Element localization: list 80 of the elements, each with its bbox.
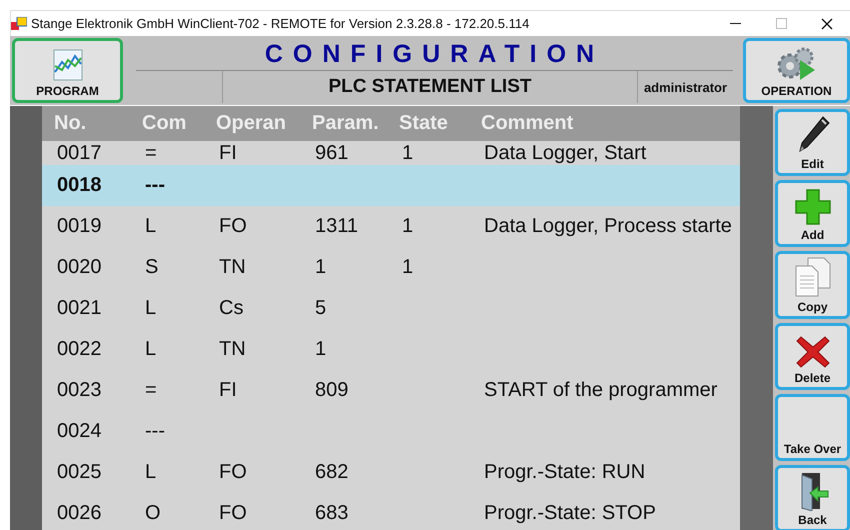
side-button[interactable]: Add <box>775 180 850 247</box>
plus-icon <box>794 188 832 226</box>
table-cell-text: 0024 <box>57 420 102 443</box>
table-cell-text: FI <box>219 379 238 402</box>
table-cell-text: L <box>145 215 158 238</box>
table-cell-text: = <box>145 142 158 164</box>
table-cell-text: FO <box>219 461 248 484</box>
table-row[interactable]: 0023 = FI 809 START of the programmer <box>42 370 740 411</box>
table-cell-text: 682 <box>315 461 350 484</box>
table-row[interactable]: 0021 L Cs 5 <box>42 288 740 329</box>
screen-title: CONFIGURATION <box>136 38 733 71</box>
table-cell-text: Data Logger, Start <box>484 142 648 164</box>
column-header: Comment <box>481 112 574 135</box>
table-cell-text: 961 <box>315 142 350 164</box>
table-cell-text: TN <box>219 256 247 279</box>
close-icon[interactable] <box>821 18 833 30</box>
delete-icon <box>794 335 830 369</box>
table-cell-text: 0020 <box>57 256 102 279</box>
table-cell-text: 683 <box>315 502 350 525</box>
table-cell-text: 1 <box>315 256 328 279</box>
selected-row[interactable]: 0018 --- <box>42 165 740 206</box>
table-cell-text: 1311 <box>315 215 360 238</box>
table-cell-text: 1 <box>402 215 414 238</box>
table-cell-text: 0023 <box>57 379 102 402</box>
app-icon <box>11 16 27 30</box>
table-cell-text: L <box>145 461 158 484</box>
side-button[interactable]: Copy <box>775 251 850 319</box>
table-cell-text: FI <box>219 142 238 164</box>
minimize-icon[interactable] <box>730 22 740 24</box>
column-header: Com <box>142 112 188 135</box>
table-cell-text: L <box>145 338 158 361</box>
table-row[interactable]: 0019 L FO 1311 1 Data Logger, Process starte <box>42 206 740 247</box>
table-cell-text: --- <box>145 420 166 443</box>
user-name: administrator <box>637 71 733 103</box>
column-header: Param. <box>312 112 380 135</box>
table-cell-text: 5 <box>315 297 328 320</box>
scrollbar[interactable] <box>740 106 773 530</box>
table-cell-text: 0018 <box>57 174 102 197</box>
table-cell-text: 1 <box>402 256 414 279</box>
table-cell-text: O <box>145 502 162 525</box>
table-cell-text: 1 <box>402 142 414 164</box>
table-cell-text: 0022 <box>57 338 102 361</box>
side-button[interactable]: Delete <box>775 323 850 390</box>
table-cell-text: 0021 <box>57 297 102 320</box>
documents-icon <box>794 256 832 298</box>
table-cell-text: 1 <box>315 338 328 361</box>
program-button[interactable]: PROGRAM <box>12 38 123 103</box>
chart-icon <box>50 48 84 82</box>
table-row[interactable]: 0017 = FI 961 1 Data Logger, Start <box>42 141 740 165</box>
side-button[interactable]: Back <box>775 465 850 530</box>
table-row[interactable]: 0026 O FO 683 Progr.-State: STOP <box>42 493 740 530</box>
table-cell-text: Data Logger, Process starte <box>484 215 733 238</box>
side-button[interactable]: Edit <box>775 109 850 176</box>
table-cell-text: 0017 <box>57 142 102 164</box>
table-cell-text: 0025 <box>57 461 102 484</box>
column-header: Operan <box>216 112 288 135</box>
table-cell-text: START of the programmer <box>484 379 718 402</box>
table-cell-text: Progr.-State: STOP <box>484 502 657 525</box>
column-header: No. <box>54 112 88 135</box>
table-cell-text: S <box>145 256 160 279</box>
table-row[interactable]: 0025 L FO 682 Progr.-State: RUN <box>42 452 740 493</box>
screen-subtitle: PLC STATEMENT LIST <box>222 71 637 103</box>
table-cell-text: FO <box>219 502 248 525</box>
window-title: Stange Elektronik GmbH WinClient-702 - REMOTE for Version 2.3.28.8 - 172.20.5.114 <box>31 16 530 31</box>
table-row[interactable]: 0024 --- <box>42 411 740 452</box>
table-cell-text: = <box>145 379 158 402</box>
table-cell-text: TN <box>219 338 247 361</box>
column-header: State <box>399 112 449 135</box>
table-cell-text: --- <box>145 174 166 197</box>
table-cell-text: 0019 <box>57 215 102 238</box>
table-row[interactable]: 0020 S TN 1 1 <box>42 247 740 288</box>
operation-button[interactable]: OPERATION <box>743 38 850 103</box>
table-cell-text: Cs <box>219 297 244 320</box>
table-cell-text: L <box>145 297 158 320</box>
table-cell-text: Progr.-State: RUN <box>484 461 646 484</box>
table-cell-text: 809 <box>315 379 350 402</box>
table-cell-text: 0026 <box>57 502 102 525</box>
side-button[interactable]: Take Over <box>775 394 850 461</box>
table-cell-text: FO <box>219 215 248 238</box>
table-row[interactable]: 0022 L TN 1 <box>42 329 740 370</box>
